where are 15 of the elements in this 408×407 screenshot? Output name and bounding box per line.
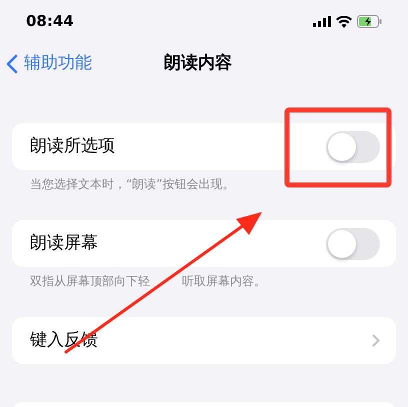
signal-icon — [313, 16, 331, 27]
page-title: 朗读内容 — [164, 52, 232, 76]
row-label: 朗读屏幕 — [30, 232, 98, 255]
battery-icon — [357, 15, 382, 28]
status-time: 08:44 — [26, 11, 74, 32]
toggle-switch[interactable] — [326, 130, 380, 162]
row-footer: 听取屏幕内容。 — [182, 273, 266, 290]
chevron-right-icon — [372, 334, 380, 347]
row-label: 朗读所选项 — [30, 134, 115, 158]
row-footer: 双指从屏幕顶部向下轻 — [30, 273, 150, 290]
wifi-icon — [336, 16, 352, 28]
chevron-left-icon — [6, 54, 18, 74]
back-button[interactable]: 辅助功能 — [0, 51, 92, 77]
row-footer: 当您选择文本时，“朗读”按钮会出现。 — [30, 176, 234, 193]
toggle-switch[interactable] — [326, 228, 380, 260]
